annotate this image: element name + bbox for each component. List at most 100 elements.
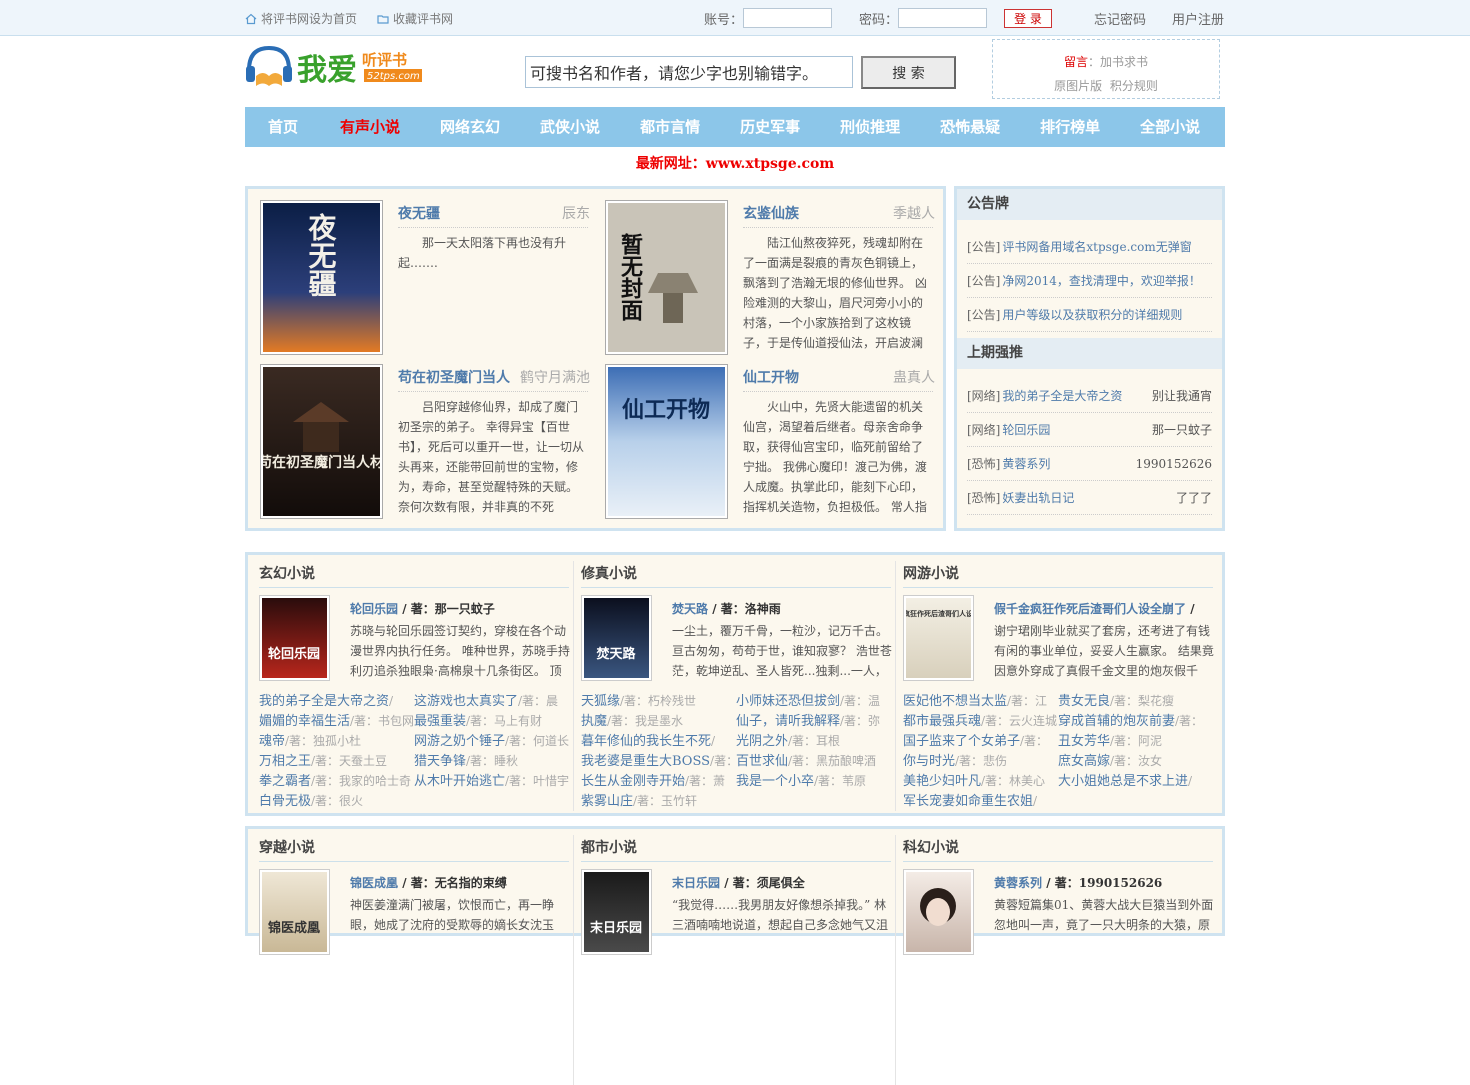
category-title[interactable]: 网游小说: [903, 563, 1213, 588]
book-desc: “我觉得……我男朋友好像想杀掉我。” 林三酒喃喃地说道，想起自己多念她气又沮: [672, 898, 889, 932]
book-link[interactable]: 长生从金刚寺开始/著：萧: [581, 771, 736, 791]
set-home-link[interactable]: 将评书网设为首页: [245, 10, 357, 27]
register-link[interactable]: 用户注册: [1172, 9, 1224, 28]
nav-horror[interactable]: 恐怖悬疑: [920, 107, 1020, 147]
nav-urban[interactable]: 都市言情: [620, 107, 720, 147]
nav-home[interactable]: 首页: [245, 107, 320, 147]
book-link[interactable]: 百世求仙/著：黑茄酿啤酒: [736, 751, 891, 771]
book-link[interactable]: 大小姐她总是不求上进/: [1058, 771, 1213, 791]
book-link[interactable]: 天狐缘/著：朽柃残世: [581, 691, 736, 711]
nav-detective[interactable]: 刑侦推理: [820, 107, 920, 147]
book-link[interactable]: 执魔/著：我是墨水: [581, 711, 736, 731]
category-title[interactable]: 都市小说: [581, 837, 891, 862]
new-url-notice[interactable]: 最新网址：www.xtpsge.com: [0, 153, 1470, 173]
book-link[interactable]: 网游之奶个锤子/著：何道长: [414, 731, 569, 751]
book-link[interactable]: 我是一个小卒/著：苇原: [736, 771, 891, 791]
svg-text:焚天路: 焚天路: [595, 646, 636, 662]
book-link[interactable]: 魂帝/著：独孤小杜: [259, 731, 414, 751]
recommend-item[interactable]: [网络] 我的弟子全是大帝之资 别让我通宵: [967, 379, 1212, 413]
nav-rankings[interactable]: 排行榜单: [1020, 107, 1120, 147]
category-title[interactable]: 穿越小说: [259, 837, 569, 862]
category-title[interactable]: 科幻小说: [903, 837, 1213, 862]
book-link[interactable]: 庶女高嫁/著：汝女: [1058, 751, 1213, 771]
book-link[interactable]: 仙子，请听我解释/著：弥: [736, 711, 891, 731]
book-cover[interactable]: 仙工开物: [605, 364, 728, 519]
search-input[interactable]: [525, 56, 853, 88]
book-cover[interactable]: 轮回乐园: [259, 595, 330, 681]
nav-audio-novels[interactable]: 有声小说: [320, 107, 420, 147]
notice-item[interactable]: [公告] 评书网备用域名xtpsge.com无弹窗: [967, 230, 1212, 264]
book-link[interactable]: 拳之霸者/著：我家的哈士奇: [259, 771, 414, 791]
book-link-list: 医妃他不想当太监/著：江 贵女无良/著：梨花瘦 都市最强兵魂/著：云火连城 穿成首辅的…: [903, 691, 1215, 811]
search-button[interactable]: 搜 索: [861, 56, 956, 89]
site-logo[interactable]: 我爱 听评书 52tps.com: [245, 38, 425, 95]
book-link[interactable]: 穿成首辅的炮灰前妻/著：: [1058, 711, 1213, 731]
book-link[interactable]: 军长宠妻如命重生农姐/: [903, 791, 1058, 811]
book-link[interactable]: 丑女芳华/著：阿泥: [1058, 731, 1213, 751]
image-version-link[interactable]: 原图片版: [1054, 79, 1102, 93]
account-input[interactable]: [743, 8, 833, 28]
book-desc: 神医姜潼满门被屠，饮恨而亡，再一睁眼，她成了沈府的受欺辱的嫡长女沈玉: [350, 898, 555, 932]
book-link[interactable]: 你与时光/著：悲伤: [903, 751, 1058, 771]
forgot-password-link[interactable]: 忘记密码: [1094, 9, 1146, 28]
book-cover[interactable]: 末日乐园: [581, 869, 652, 955]
book-author[interactable]: 蛊真人: [848, 367, 935, 387]
book-link[interactable]: 国子监来了个女弟子/著：: [903, 731, 1058, 751]
book-cover[interactable]: [903, 869, 974, 955]
message-link[interactable]: 留言: [1064, 55, 1088, 69]
login-button[interactable]: 登 录: [1004, 8, 1053, 28]
password-input[interactable]: [898, 8, 988, 28]
book-title[interactable]: 末日乐园 / 著：须尾俱全: [672, 874, 890, 891]
book-desc: 黄蓉短篇集01、黄蓉大战大巨猿当到外面忽地叫一声，竟了一只大明条的大猿，原: [994, 898, 1214, 932]
book-desc: 火山中，先贤大能遗留的机关仙宫，渴望着后继者。母亲舍命争取，获得仙宫宝印，临死前…: [743, 400, 927, 514]
book-link[interactable]: 小师妹还恐但拔剑/著：温: [736, 691, 891, 711]
book-author[interactable]: 季越人: [848, 203, 935, 223]
book-title[interactable]: 锦医成凰 / 著：无名指的束缚: [350, 874, 568, 891]
nav-fantasy[interactable]: 网络玄幻: [420, 107, 520, 147]
recommend-item[interactable]: [网络] 轮回乐园 那一只蚊子: [967, 413, 1212, 447]
recommend-item[interactable]: [恐怖] 妖妻出轨日记 了了了: [967, 481, 1212, 515]
message-text: ：加书求书: [1088, 55, 1149, 69]
book-cover[interactable]: 暂无封面: [605, 200, 728, 355]
book-link[interactable]: 从木叶开始逃亡/著：叶惜宇: [414, 771, 569, 791]
book-link[interactable]: 万相之王/著：天蚕土豆: [259, 751, 414, 771]
bookmark-link[interactable]: 收藏评书网: [377, 10, 453, 27]
book-link[interactable]: 猎天争锋/著：睡秋: [414, 751, 569, 771]
book-link[interactable]: 紫雾山庄/著：玉竹轩: [581, 791, 736, 811]
sidebar: 公告牌 [公告] 评书网备用域名xtpsge.com无弹窗 [公告] 净网2014，…: [954, 186, 1225, 531]
notice-item[interactable]: [公告] 净网2014，查找清理中，欢迎举报！: [967, 264, 1212, 298]
book-author[interactable]: 辰东: [508, 203, 590, 223]
book-cover[interactable]: 苟在初圣魔门当人材: [257, 364, 384, 519]
book-link[interactable]: 贵女无良/著：梨花瘦: [1058, 691, 1213, 711]
nav-all[interactable]: 全部小说: [1120, 107, 1220, 147]
book-link[interactable]: 白骨无极/著：很火: [259, 791, 414, 811]
book-link[interactable]: 最强重装/著：马上有财: [414, 711, 569, 731]
book-title[interactable]: 黄蓉系列 / 著：1990152626: [994, 874, 1212, 891]
book-link[interactable]: 医妃他不想当太监/著：江: [903, 691, 1058, 711]
nav-wuxia[interactable]: 武侠小说: [520, 107, 620, 147]
book-link[interactable]: 暮年修仙的我长生不死/: [581, 731, 736, 751]
book-link[interactable]: 我老婆是重生大BOSS/著：: [581, 751, 736, 771]
book-link[interactable]: 光阴之外/著：耳根: [736, 731, 891, 751]
category-title[interactable]: 玄幻小说: [259, 563, 569, 588]
book-link[interactable]: 美艳少妇叶凡/著：林美心: [903, 771, 1058, 791]
folder-icon: [377, 14, 389, 24]
book-cover[interactable]: 锦医成凰: [259, 869, 330, 955]
category-title[interactable]: 修真小说: [581, 563, 891, 588]
recommend-item[interactable]: [恐怖] 黄蓉系列 1990152626: [967, 447, 1212, 481]
book-title[interactable]: 焚天路 / 著：洛神雨: [672, 600, 890, 617]
nav-history[interactable]: 历史军事: [720, 107, 820, 147]
book-link[interactable]: 媚媚的幸福生活/著：书包网: [259, 711, 414, 731]
book-cover[interactable]: 假千金疯狂作死后渣哥们人设全崩了: [882, 595, 994, 681]
book-link[interactable]: 这游戏也太真实了/著：晨: [414, 691, 569, 711]
book-cover[interactable]: 夜无疆: [260, 200, 383, 355]
book-title[interactable]: 轮回乐园 / 著：那一只蚊子: [350, 600, 568, 617]
book-cover[interactable]: 焚天路: [581, 595, 652, 681]
points-rules-link[interactable]: 积分规则: [1110, 79, 1158, 93]
book-desc: 那一天太阳落下再也没有升起…….: [398, 236, 567, 270]
book-author[interactable]: 鹤守月满池: [498, 367, 590, 387]
notice-item[interactable]: [公告] 用户等级以及获取积分的详细规则: [967, 298, 1212, 332]
book-link[interactable]: 我的弟子全是大帝之资/: [259, 691, 414, 711]
book-link[interactable]: 都市最强兵魂/著：云火连城: [903, 711, 1058, 731]
book-title[interactable]: 假千金疯狂作死后渣哥们人设全崩了 /: [994, 600, 1212, 617]
